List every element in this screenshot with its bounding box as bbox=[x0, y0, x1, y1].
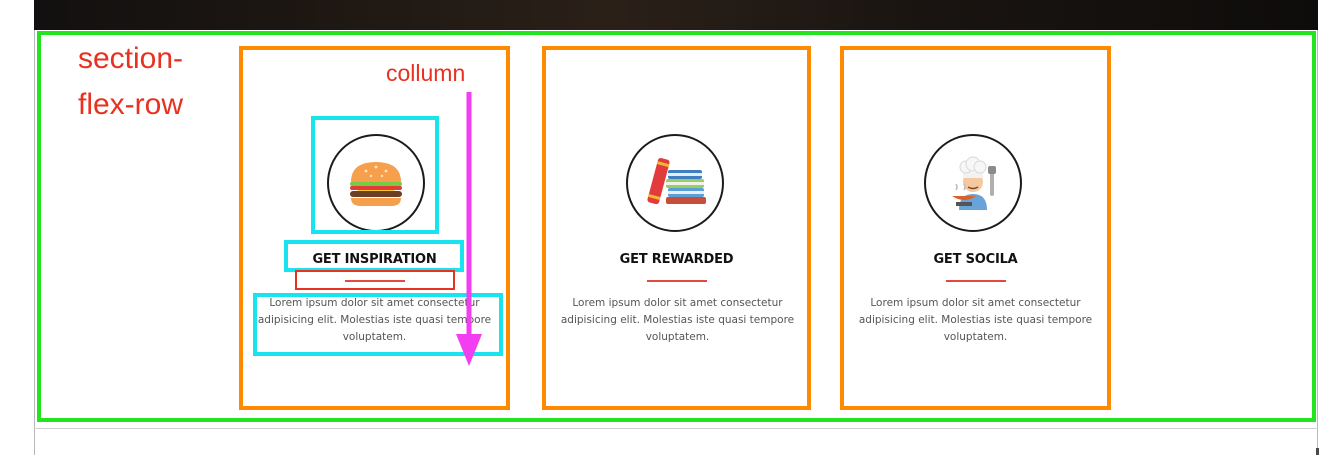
page: GET INSPIRATION Lorem ipsum dolor sit am… bbox=[0, 0, 1344, 455]
section-bottom-border bbox=[34, 428, 1318, 429]
section-flex-row-outline bbox=[37, 31, 1316, 422]
column-label: collumn bbox=[386, 60, 466, 86]
hero-image-strip bbox=[34, 0, 1318, 30]
scrollbar-tick bbox=[1316, 448, 1319, 455]
section-label: section-flex-row bbox=[78, 42, 184, 121]
page-right-border bbox=[1317, 30, 1318, 455]
page-left-border bbox=[34, 30, 35, 455]
